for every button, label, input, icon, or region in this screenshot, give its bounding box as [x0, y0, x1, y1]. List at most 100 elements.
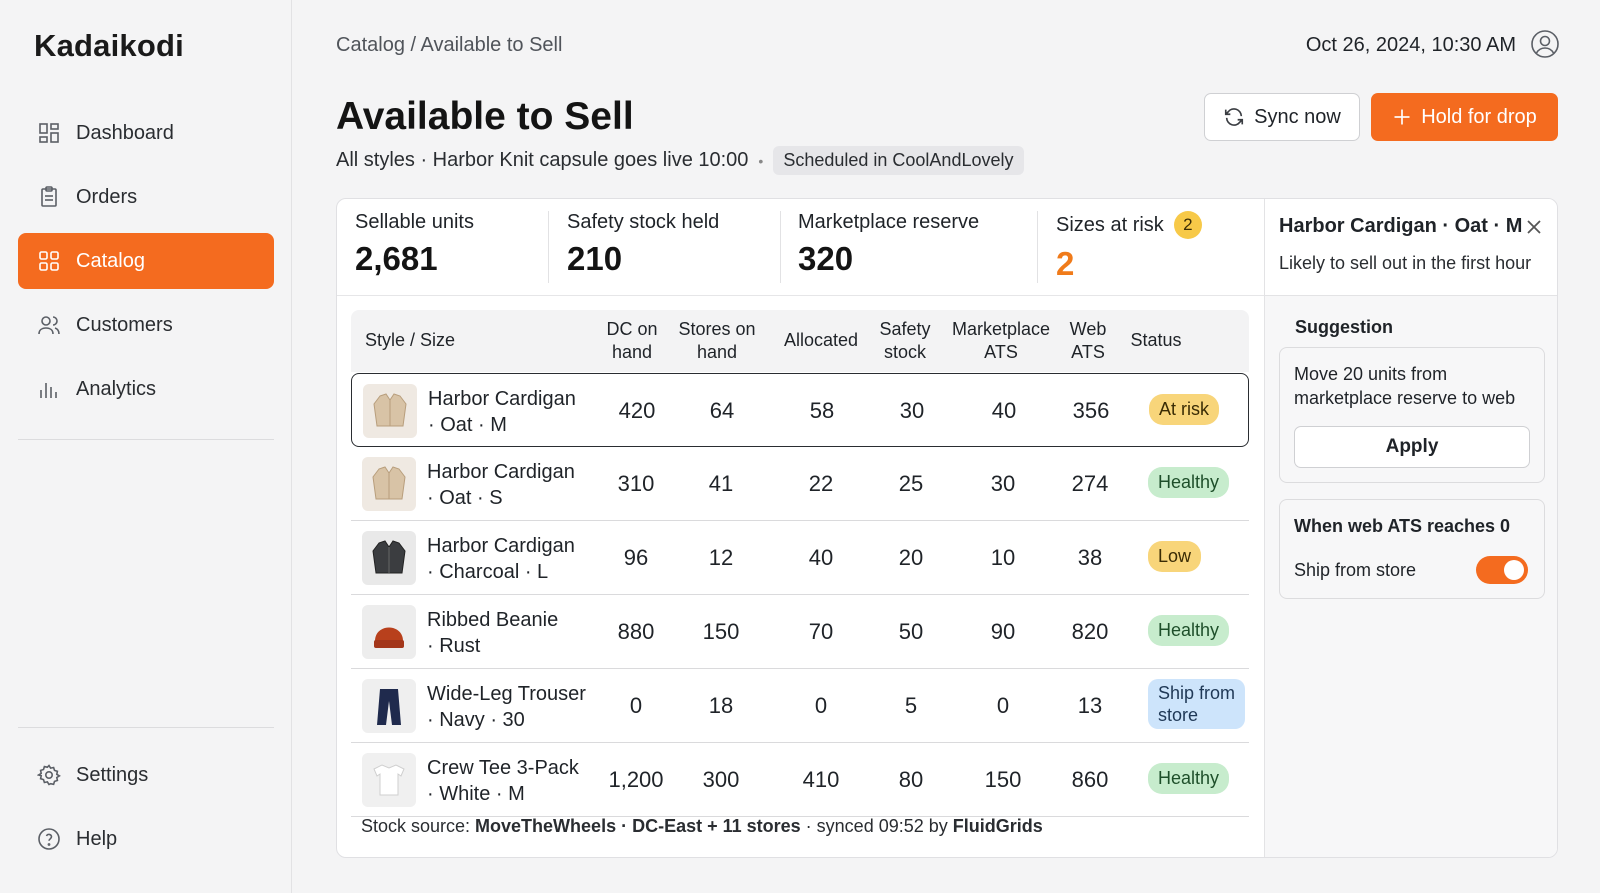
marketplace-ats-value: 10: [990, 545, 1016, 570]
stores-on-hand-value: 12: [708, 545, 734, 570]
stores-on-hand-value: 41: [708, 471, 734, 496]
web-ats-value: 274: [1071, 471, 1109, 496]
user-icon: [1531, 30, 1559, 58]
col-label: hand: [696, 342, 738, 362]
table-row[interactable]: Wide-Leg Trouser · Navy · 30 0 18 0 5 0 1…: [351, 669, 1249, 743]
status-badge: At risk: [1149, 394, 1220, 425]
risk-count-badge: 2: [1173, 211, 1202, 239]
hold-for-drop-button[interactable]: Hold for drop: [1371, 93, 1558, 141]
rule-card: When web ATS reaches 0 Ship from store: [1279, 499, 1545, 599]
style-line: Harbor Cardigan: [427, 535, 575, 557]
safety-stock-value: 30: [899, 398, 925, 423]
col-status[interactable]: Status: [1121, 329, 1191, 352]
col-label: Web: [1069, 319, 1107, 339]
dashboard-icon: [36, 120, 62, 146]
beanie-rust-thumbnail: [362, 605, 416, 659]
sidebar-item-settings[interactable]: Settings: [18, 747, 274, 803]
col-style-size[interactable]: Style / Size: [365, 329, 455, 352]
source-location: DC-East + 11 stores: [632, 816, 801, 836]
style-name: Crew Tee 3-Pack · White · M: [427, 755, 607, 807]
safety-stock-value: 80: [898, 767, 924, 792]
breadcrumb[interactable]: Catalog / Available to Sell: [336, 34, 562, 57]
ship-from-store-toggle[interactable]: [1476, 556, 1528, 584]
sync-now-button[interactable]: Sync now: [1204, 93, 1360, 141]
kpi-sizes-at-risk[interactable]: Sizes at risk 2 2: [1056, 211, 1202, 283]
table-row[interactable]: Harbor Cardigan · Oat · S 310 41 22 25 30…: [351, 447, 1249, 521]
sidebar-item-customers[interactable]: Customers: [18, 297, 274, 353]
col-allocated[interactable]: Allocated: [771, 329, 871, 352]
style-line: Harbor Cardigan: [428, 388, 576, 410]
table-header: Style / Size DC on hand Stores on hand A…: [351, 310, 1249, 372]
allocated-value: 0: [814, 693, 828, 718]
style-line: Crew Tee 3-Pack: [427, 757, 579, 779]
suggestion-label: Suggestion: [1295, 317, 1393, 337]
status-line: store: [1158, 705, 1199, 725]
close-icon[interactable]: [1524, 217, 1544, 237]
web-ats-value: 38: [1077, 545, 1103, 570]
safety-stock-value: 5: [904, 693, 918, 718]
style-name: Ribbed Beanie · Rust: [427, 607, 607, 659]
table-row[interactable]: Ribbed Beanie · Rust 880 150 70 50 90 820…: [351, 595, 1249, 669]
safety-stock-value: 25: [898, 471, 924, 496]
subtitle-separator: •: [758, 152, 764, 169]
help-icon: [36, 826, 62, 852]
trouser-navy-thumbnail: [362, 679, 416, 733]
sidebar-item-dashboard[interactable]: Dashboard: [18, 105, 274, 161]
marketplace-ats-value: 30: [990, 471, 1016, 496]
col-web-ats[interactable]: Web ATS: [1063, 318, 1113, 364]
sidebar-bottom-nav: Settings Help: [18, 747, 274, 875]
brand-logo: Kadaikodi: [34, 28, 184, 63]
table-row[interactable]: Harbor Cardigan · Oat · M 420 64 58 30 40…: [351, 373, 1249, 447]
col-stores-on-hand[interactable]: Stores on hand: [673, 318, 761, 364]
source-separator: ·: [616, 816, 633, 836]
sidebar-item-analytics[interactable]: Analytics: [18, 361, 274, 417]
kpi-value: 210: [567, 240, 623, 277]
dc-on-hand-value: 96: [623, 545, 649, 570]
style-line: Wide-Leg Trouser: [427, 683, 586, 705]
web-ats-value: 356: [1072, 398, 1110, 423]
avatar[interactable]: [1530, 29, 1560, 59]
status-badge: Low: [1148, 541, 1202, 572]
detail-panel-subtitle: Likely to sell out in the first hour: [1279, 253, 1532, 273]
cardigan-oat-thumbnail: [362, 457, 416, 511]
kpi-value: 320: [798, 240, 854, 277]
kpi-strip: Sellable units 2,681 Safety stock held 2…: [337, 199, 1264, 296]
status-badge: Healthy: [1148, 467, 1230, 498]
sync-now-label: Sync now: [1254, 105, 1341, 128]
cardigan-oat-thumbnail: [363, 384, 417, 438]
detail-panel-header: Harbor Cardigan · Oat · M Likely to sell…: [1265, 199, 1557, 296]
sidebar-item-catalog[interactable]: Catalog: [18, 233, 274, 289]
detail-panel: Harbor Cardigan · Oat · M Likely to sell…: [1264, 199, 1557, 857]
status-badge: Healthy: [1148, 615, 1230, 646]
col-safety-stock[interactable]: Safety stock: [873, 318, 937, 364]
ats-card: Sellable units 2,681 Safety stock held 2…: [336, 198, 1558, 858]
table-row[interactable]: Crew Tee 3-Pack · White · M 1,200 300 410…: [351, 743, 1249, 817]
scheduled-badge: Scheduled in CoolAndLovely: [773, 146, 1024, 175]
sidebar-item-orders[interactable]: Orders: [18, 169, 274, 225]
sidebar-item-help[interactable]: Help: [18, 811, 274, 867]
crew-tee-white-thumbnail: [362, 753, 416, 807]
col-dc-on-hand[interactable]: DC on hand: [591, 318, 673, 364]
status-badge: Ship from store: [1148, 679, 1246, 729]
kpi-value: 2,681: [355, 240, 438, 277]
style-name: Wide-Leg Trouser · Navy · 30: [427, 681, 607, 733]
web-ats-value: 13: [1077, 693, 1103, 718]
current-datetime: Oct 26, 2024, 10:30 AM: [1305, 34, 1516, 56]
col-marketplace-ats[interactable]: Marketplace ATS: [945, 318, 1057, 364]
plus-icon: [1394, 109, 1410, 125]
table-row[interactable]: Harbor Cardigan · Charcoal · L 96 12 40 2…: [351, 521, 1249, 595]
marketplace-ats-value: 40: [991, 398, 1017, 423]
kpi-divider: [548, 211, 549, 283]
sidebar-item-label: Customers: [76, 313, 173, 336]
subtitle-text: All styles · Harbor Knit capsule goes li…: [336, 149, 749, 171]
source-system: MoveTheWheels: [475, 816, 617, 836]
kpi-label-text: Sizes at risk: [1056, 213, 1164, 236]
detail-panel-title: Harbor Cardigan · Oat · M: [1279, 215, 1523, 237]
col-label: Marketplace: [951, 319, 1051, 339]
col-label: ATS: [1071, 342, 1105, 362]
col-label: stock: [883, 342, 926, 362]
suggestion-text: Move 20 units from marketplace reserve t…: [1294, 364, 1516, 408]
apply-button[interactable]: Apply: [1294, 426, 1530, 468]
style-name: Harbor Cardigan · Oat · S: [427, 459, 607, 511]
sidebar-item-label: Catalog: [76, 249, 145, 272]
